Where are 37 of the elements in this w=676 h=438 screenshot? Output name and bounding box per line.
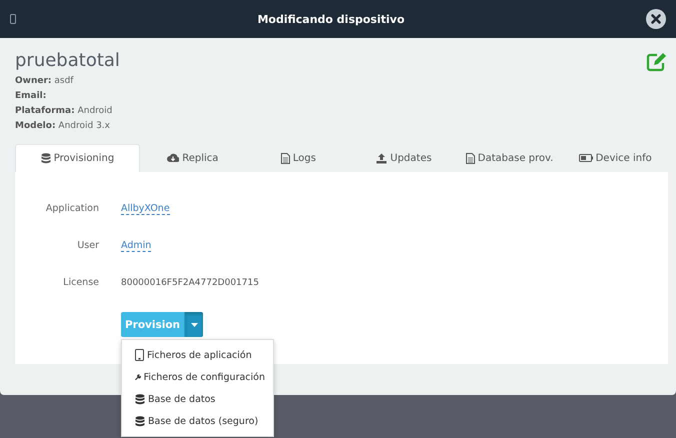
field-label: Application [44, 203, 100, 214]
info-line: Plataforma: Android [15, 105, 114, 118]
tab[interactable]: Replica [140, 144, 246, 172]
database-icon [40, 153, 51, 164]
database-icon [135, 394, 145, 404]
caret-icon [190, 322, 198, 326]
tab[interactable]: Device info [562, 144, 668, 172]
dropdown-toggle[interactable] [184, 312, 203, 337]
editable-link[interactable]: Admin [121, 240, 152, 252]
edit-button[interactable] [646, 52, 668, 72]
tab[interactable]: Provisioning [15, 144, 140, 172]
field-label: User [76, 240, 100, 251]
menu-item[interactable]: Base de datos [122, 388, 273, 410]
cloud-download-icon [167, 153, 180, 163]
field-value: 80000016F5F2A4772D001715 [121, 278, 259, 288]
close-button[interactable] [646, 9, 666, 29]
info-line: Email: [15, 90, 48, 103]
battery-icon [578, 154, 593, 162]
window-title: Modificando dispositivo [256, 12, 406, 26]
menu-item[interactable]: Ficheros de aplicación [122, 344, 273, 366]
document-icon [280, 152, 290, 164]
tab[interactable]: Updates [351, 144, 457, 172]
field-label: License [62, 277, 100, 288]
upload-icon [376, 152, 388, 164]
editable-link[interactable]: AllbyXOne [121, 202, 170, 214]
tab[interactable]: Logs [246, 144, 352, 172]
menu-item[interactable]: Ficheros de configuración [122, 366, 273, 388]
device-name: pruebatotal [15, 50, 120, 71]
wrench-icon [135, 372, 141, 382]
document-icon [466, 152, 475, 164]
tab[interactable]: Database prov. [456, 144, 562, 172]
info-line: Modelo: Android 3.x [15, 120, 111, 133]
menu-item[interactable]: Base de datos (seguro) [122, 410, 273, 432]
phone-icon [10, 14, 16, 24]
database-icon [135, 416, 145, 426]
info-line: Owner: asdf [15, 75, 74, 88]
phone-icon [135, 349, 144, 361]
